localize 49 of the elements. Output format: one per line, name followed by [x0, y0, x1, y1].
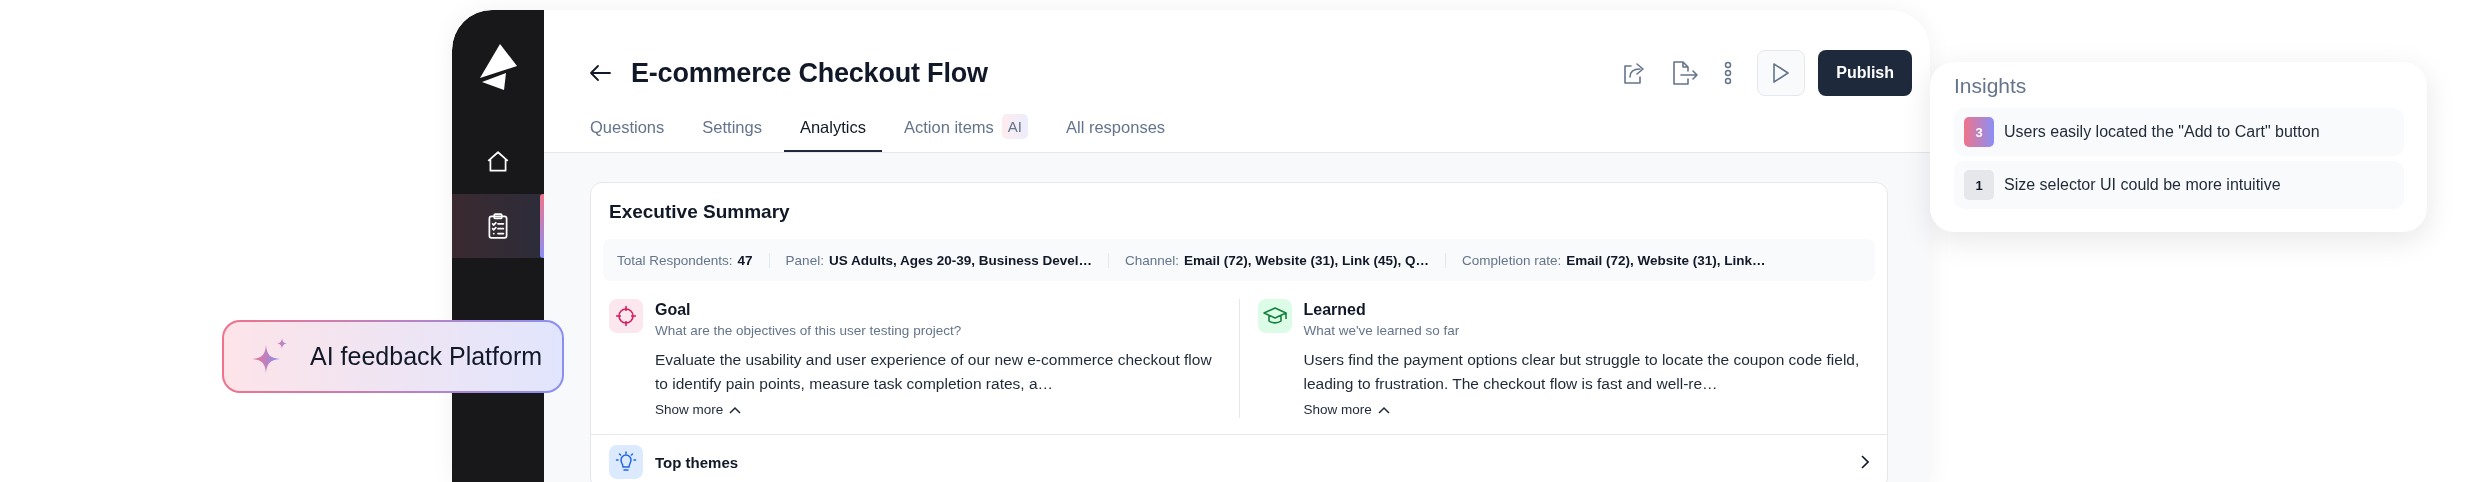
- logo-icon: [478, 44, 518, 90]
- show-more-link[interactable]: Show more: [1303, 402, 1390, 417]
- chevron-right-icon: [1861, 455, 1869, 469]
- section-text: Evaluate the usability and user experience of our new e-commerce checkout flow to identify pain points, measure task completion rates, a…: [655, 350, 1213, 394]
- insight-item[interactable]: 1 Size selector UI could be more intuitive: [1954, 161, 2404, 209]
- more-icon[interactable]: [1723, 60, 1734, 86]
- stat-value: US Adults, Ages 20-39, Business Devel…: [828, 252, 1092, 268]
- tab[interactable]: Action items AI: [887, 116, 1044, 152]
- tab[interactable]: Questions: [574, 116, 681, 152]
- preview-button[interactable]: [1757, 50, 1806, 96]
- chevron-up-icon: [729, 405, 742, 414]
- home-icon[interactable]: [485, 149, 511, 175]
- insight-text: Users easily located the "Add to Cart" button: [2004, 123, 2320, 141]
- export-icon[interactable]: [1671, 60, 1700, 86]
- tab[interactable]: Settings: [686, 116, 778, 152]
- themes-row[interactable]: Top themes: [591, 434, 1887, 482]
- ai-badge: AI: [1001, 113, 1028, 139]
- stat-label: Panel:: [785, 252, 824, 268]
- graduation-cap-icon: [1262, 305, 1287, 327]
- section-title: Top themes: [655, 453, 740, 471]
- target-icon: [615, 305, 637, 327]
- section-text: Users find the payment options clear but struggle to locate the coupon code field, leading to frustration. The checkout flow is fast and well-re…: [1303, 350, 1861, 394]
- tab[interactable]: Analytics: [783, 116, 882, 152]
- section-title: Learned: [1303, 301, 1367, 319]
- publish-button[interactable]: Publish: [1818, 50, 1912, 96]
- section-subtitle: What we've learned so far: [1303, 323, 1461, 338]
- insight-item[interactable]: 3 Users easily located the "Add to Cart" button: [1954, 108, 2404, 156]
- tab[interactable]: All responses: [1050, 116, 1182, 152]
- play-icon: [1772, 62, 1791, 84]
- card-title: Executive Summary: [608, 200, 791, 223]
- stat-label: Completion rate:: [1462, 252, 1562, 268]
- show-more-link[interactable]: Show more: [655, 402, 742, 417]
- badge-label: AI feedback Platform: [310, 342, 543, 371]
- back-arrow-icon[interactable]: [589, 64, 611, 82]
- chevron-up-icon: [1377, 405, 1390, 414]
- page-title: E-commerce Checkout Flow: [631, 57, 989, 89]
- stat-value: Email (72), Website (31), Link…: [1566, 252, 1766, 268]
- count-badge: 1: [1964, 170, 1994, 200]
- section-title: Goal: [655, 301, 692, 319]
- lightbulb-icon: [615, 451, 637, 473]
- section-subtitle: What are the objectives of this user testing project?: [655, 323, 963, 338]
- count-badge: 3: [1964, 117, 1994, 147]
- stat-value: 47: [737, 252, 753, 268]
- insight-text: Size selector UI could be more intuitive: [2004, 176, 2281, 194]
- stat-label: Total Respondents:: [617, 252, 733, 268]
- stat-label: Channel:: [1125, 252, 1180, 268]
- nav-item[interactable]: [452, 194, 544, 258]
- insights-title: Insights: [1954, 74, 2028, 98]
- stat-value: Email (72), Website (31), Link (45), Q…: [1184, 252, 1430, 268]
